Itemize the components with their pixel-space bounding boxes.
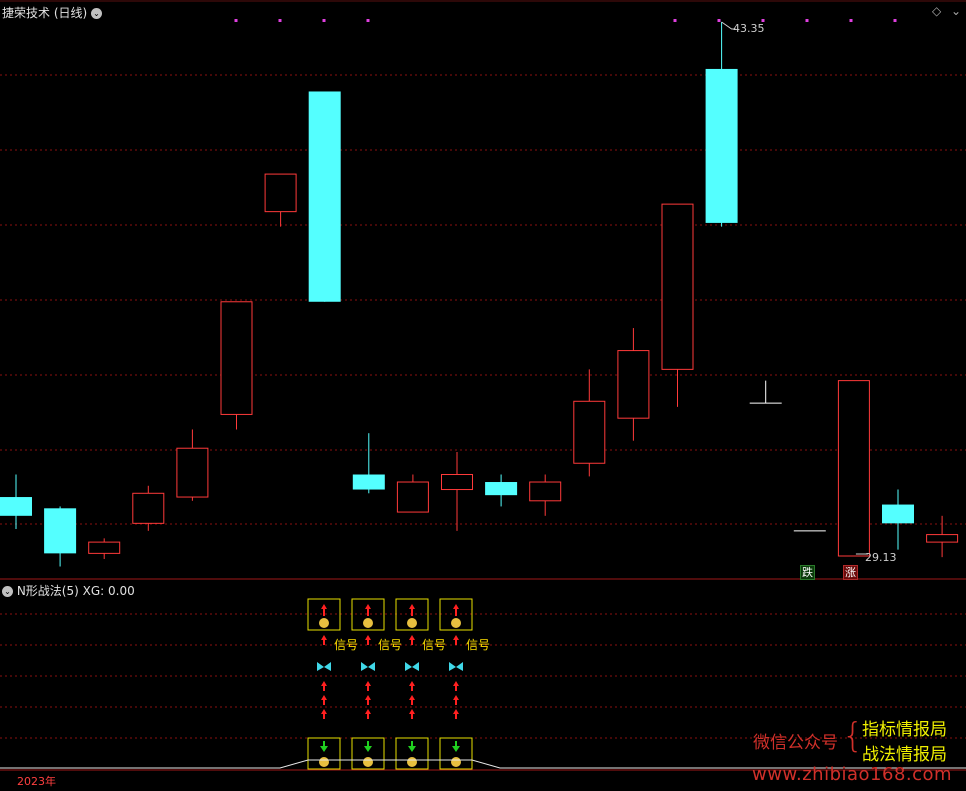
candle-body <box>573 400 606 464</box>
main-chart-title: 捷荣技术 (日线) <box>2 6 88 20</box>
money-bag-icon <box>451 757 461 767</box>
chevron-down-icon[interactable]: ⌄ <box>2 586 13 597</box>
up-arrow-icon <box>321 709 327 714</box>
candle-body <box>396 481 429 513</box>
candle-body <box>441 474 473 491</box>
money-bag-icon <box>451 618 461 628</box>
money-bag-icon <box>363 618 373 628</box>
up-arrow-icon <box>365 709 371 714</box>
up-arrow-icon <box>321 695 327 700</box>
marker-dot <box>366 19 370 22</box>
signal-label: 信号 <box>422 638 446 652</box>
year-label: 2023年 <box>17 775 56 788</box>
candle-body <box>132 492 165 524</box>
up-arrow-icon <box>453 695 459 700</box>
candle-body <box>352 474 385 490</box>
candle-body <box>88 541 121 554</box>
chevron-down-icon[interactable]: ⌄ <box>951 4 961 18</box>
watermark-wechat: 微信公众号 <box>753 733 838 753</box>
zhang-badge: 涨 <box>843 565 858 580</box>
candle-body <box>264 173 297 213</box>
up-arrow-icon <box>409 695 415 700</box>
high-price-label: 43.35 <box>733 22 765 35</box>
candle-body <box>220 301 253 415</box>
marker-dot <box>893 19 897 22</box>
butterfly-icon <box>449 662 463 671</box>
candle-body <box>837 380 870 557</box>
candle-body <box>308 91 341 302</box>
candle-body <box>529 481 562 502</box>
up-arrow-icon <box>365 635 371 640</box>
chevron-down-icon[interactable]: ⌄ <box>91 8 103 19</box>
marker-dot <box>322 19 326 22</box>
money-bag-icon <box>363 757 373 767</box>
up-arrow-icon <box>409 709 415 714</box>
marker-dot <box>717 19 721 22</box>
candle-body <box>882 504 914 524</box>
main-chart-title-bar: 捷荣技术 (日线) ⌄ <box>2 4 103 21</box>
watermark-line1: 指标情报局 <box>862 720 947 740</box>
up-arrow-icon <box>321 681 327 686</box>
marker-dot <box>673 19 677 22</box>
watermark-brace: { <box>842 716 864 756</box>
watermark-url: www.zhibiao168.com <box>752 764 953 785</box>
signal-label: 信号 <box>378 638 402 652</box>
money-bag-icon <box>407 757 417 767</box>
marker-dot <box>805 19 809 22</box>
low-price-label: 29.13 <box>865 551 897 564</box>
chart-window: 信号 信号 信号 信号 捷荣技术 (日线) ⌄ ◇ ⌄ 43.35 29.13 跌 涨… <box>0 0 966 791</box>
money-bag-icon <box>407 618 417 628</box>
candle-body <box>617 350 650 419</box>
up-arrow-icon <box>409 681 415 686</box>
up-arrow-icon <box>365 695 371 700</box>
up-arrow-icon <box>453 681 459 686</box>
up-arrow-icon <box>453 709 459 714</box>
indicator-title-bar: ⌄ N形战法(5) XG: 0.00 <box>2 582 135 599</box>
money-bag-icon <box>319 757 329 767</box>
candlestick-chart[interactable]: 信号 信号 信号 信号 <box>0 0 966 791</box>
money-bag-icon <box>319 618 329 628</box>
candle-body <box>176 447 209 498</box>
marker-dot <box>278 19 282 22</box>
die-badge: 跌 <box>800 565 815 580</box>
signal-label: 信号 <box>466 638 490 652</box>
watermark-line2: 战法情报局 <box>862 745 947 765</box>
diamond-icon[interactable]: ◇ <box>932 4 941 18</box>
candle-body <box>705 68 738 223</box>
up-arrow-icon <box>409 635 415 640</box>
candle-body <box>0 497 32 516</box>
candle-body <box>661 203 694 370</box>
candle-body <box>44 508 77 554</box>
up-arrow-icon <box>365 681 371 686</box>
butterfly-icon <box>405 662 419 671</box>
up-arrow-icon <box>453 635 459 640</box>
butterfly-icon <box>317 662 331 671</box>
marker-dot <box>234 19 238 22</box>
butterfly-icon <box>361 662 375 671</box>
candle-body <box>485 482 518 496</box>
signal-label: 信号 <box>334 638 358 652</box>
marker-dot <box>849 19 853 22</box>
up-arrow-icon <box>321 635 327 640</box>
indicator-title: N形战法(5) XG: 0.00 <box>16 584 135 598</box>
candle-body <box>926 534 959 543</box>
